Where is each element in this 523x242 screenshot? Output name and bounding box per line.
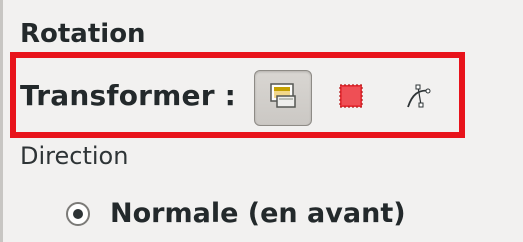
direction-radio-option[interactable]: Normale (en avant) xyxy=(66,194,406,234)
path-icon xyxy=(404,81,434,115)
section-title: Rotation xyxy=(20,19,146,49)
direction-option-label: Normale (en avant) xyxy=(110,198,406,229)
panel-left-edge xyxy=(0,0,3,242)
radio-selected-dot xyxy=(73,209,83,219)
selection-icon xyxy=(337,82,365,114)
transform-label: Transformer : xyxy=(20,79,237,112)
transform-layer-button[interactable] xyxy=(254,70,312,126)
layer-icon xyxy=(269,83,297,113)
transform-selection-button[interactable] xyxy=(322,70,380,126)
direction-label: Direction xyxy=(20,142,129,170)
radio-button[interactable] xyxy=(66,202,90,226)
transform-path-button[interactable] xyxy=(390,70,448,126)
